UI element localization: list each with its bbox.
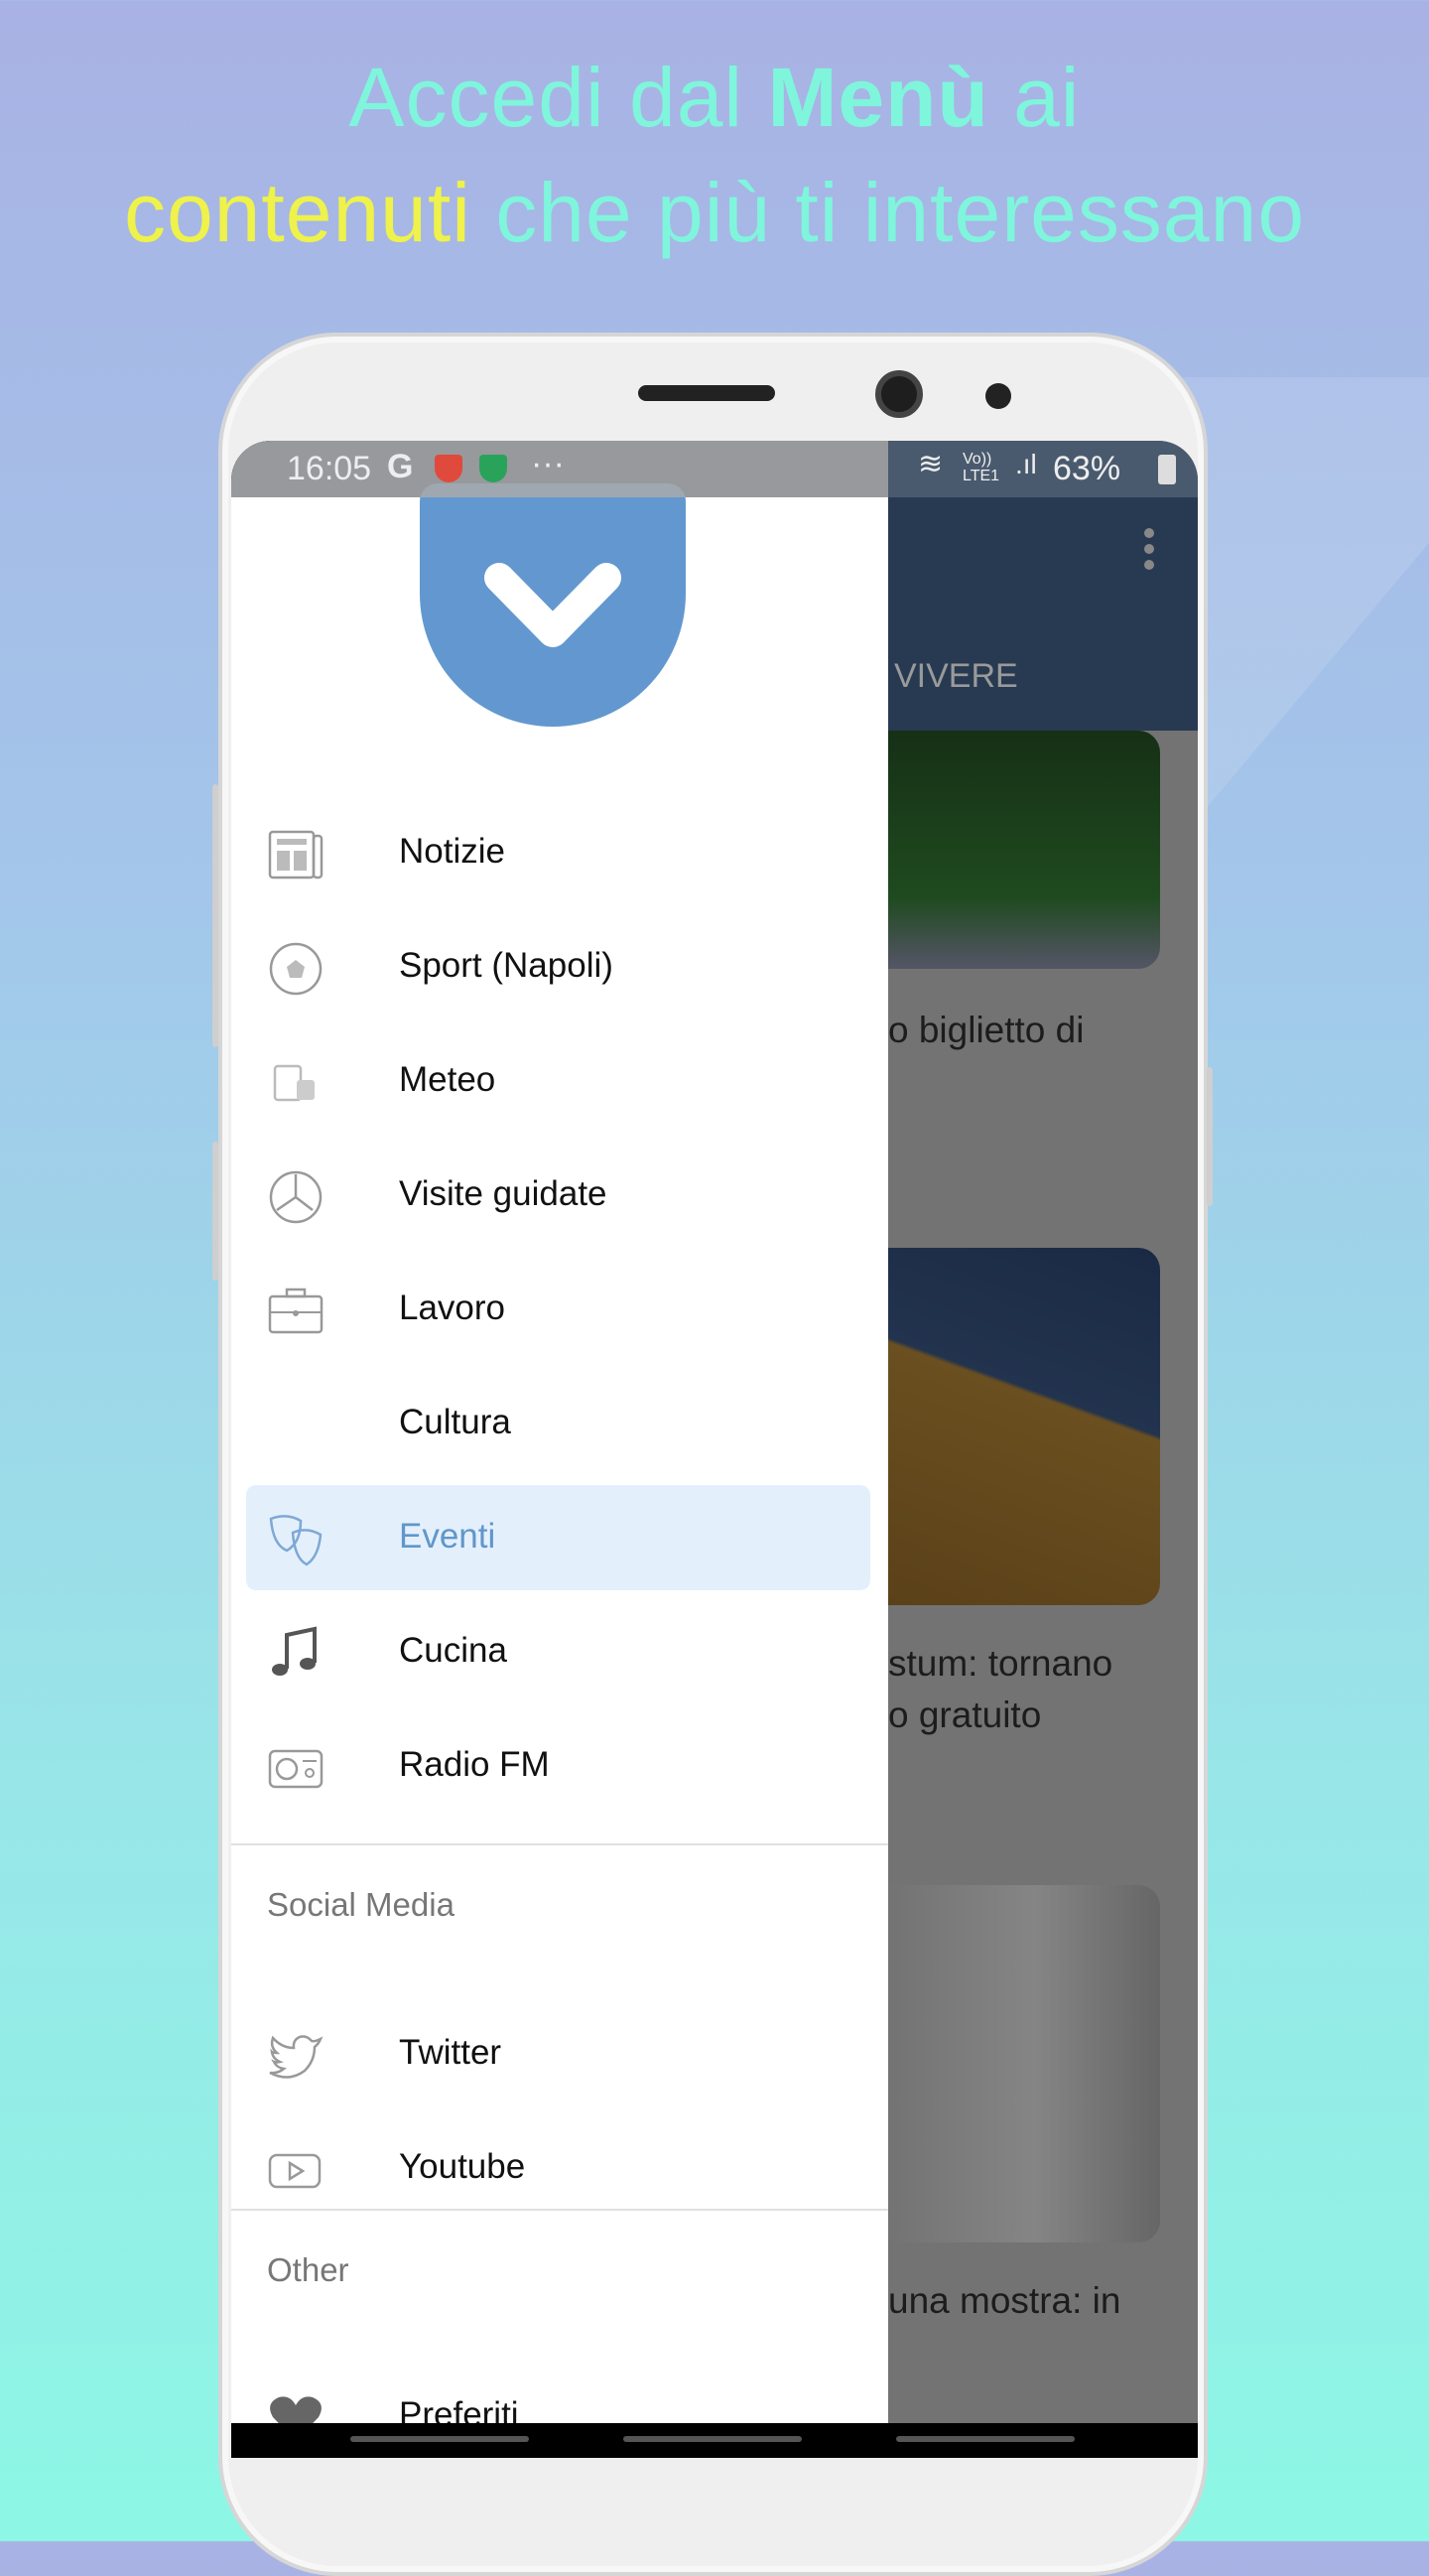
drawer-item-radio-fm[interactable]: Radio FM [231, 1713, 888, 1819]
soccer-ball-icon [269, 942, 323, 996]
screen: VIVERE o biglietto di stum: tornano o gr… [231, 441, 1198, 2458]
battery-percent: 63% [1053, 450, 1121, 487]
wifi-icon: ≋ [918, 448, 944, 480]
nav-recents[interactable] [896, 2436, 1075, 2442]
drawer-item-meteo[interactable]: Meteo [231, 1028, 888, 1134]
drawer-item-label: Sport (Napoli) [399, 946, 613, 985]
headline-text: che più ti interessano [470, 166, 1306, 259]
drawer-item-eventi[interactable]: Eventi [246, 1485, 870, 1590]
headline-highlight: contenuti [123, 166, 471, 259]
briefcase-icon [268, 1288, 324, 1334]
drawer-item-sport[interactable]: Sport (Napoli) [231, 914, 888, 1019]
drawer-item-label: Twitter [399, 2033, 502, 2072]
headline-bold: Menù [767, 51, 989, 144]
status-time: 16:05 [287, 450, 372, 487]
divider [231, 1843, 888, 1845]
drawer-item-cultura[interactable]: Cultura [231, 1371, 888, 1476]
drawer-item-youtube[interactable]: Youtube [231, 2115, 888, 2221]
network-indicator: Vo)) LTE1 [963, 451, 1000, 484]
app-logo [420, 483, 686, 727]
drawer-item-label: Visite guidate [399, 1174, 607, 1213]
drawer-item-label: Cultura [399, 1403, 511, 1441]
more-options-icon[interactable] [1144, 528, 1156, 576]
clock-icon [269, 1170, 323, 1224]
weather-icon [273, 1064, 315, 1102]
drawer-item-label: Lavoro [399, 1288, 506, 1327]
youtube-icon [268, 2153, 322, 2189]
power-button [1207, 1067, 1213, 1206]
drawer-item-label: Youtube [399, 2147, 526, 2186]
bixby-button [212, 1142, 218, 1281]
newspaper-icon [268, 830, 324, 880]
headline-text: Accedi dal [348, 51, 768, 144]
speaker [638, 385, 775, 401]
card-image[interactable] [846, 1248, 1160, 1605]
tab-vivere[interactable]: VIVERE [894, 657, 1018, 696]
twitter-icon [269, 2035, 324, 2079]
system-nav-bar [231, 2423, 1198, 2458]
theater-masks-icon [269, 1515, 323, 1566]
front-camera [875, 370, 923, 418]
volume-button [212, 784, 218, 1047]
drawer-item-lavoro[interactable]: Lavoro [231, 1257, 888, 1362]
divider [231, 2209, 888, 2211]
radio-icon [268, 1749, 324, 1789]
drawer-item-label: Eventi [399, 1517, 496, 1556]
nav-home[interactable] [623, 2436, 802, 2442]
drawer-item-label: Notizie [399, 832, 505, 871]
section-header-social: Social Media [267, 1886, 455, 1923]
headline-line1: Accedi dal Menù ai [0, 50, 1429, 146]
card-title[interactable]: o gratuito [888, 1690, 1041, 1741]
card-title[interactable]: una mostra: in [888, 2275, 1120, 2327]
google-icon: G [387, 448, 414, 485]
drawer-item-cucina[interactable]: Cucina [231, 1599, 888, 1704]
navigation-drawer: Notizie Sport (Napoli) Meteo Visite guid… [231, 483, 888, 2458]
signal-icon: .ıl [1015, 449, 1037, 479]
status-right: ≋ Vo)) LTE1 .ıl 63% [888, 441, 1198, 497]
drawer-item-label: Meteo [399, 1060, 496, 1099]
pocket-green-icon [479, 455, 507, 482]
pocket-red-icon [435, 455, 462, 482]
battery-icon [1158, 455, 1176, 484]
nav-back[interactable] [350, 2436, 529, 2442]
drawer-item-visite-guidate[interactable]: Visite guidate [231, 1143, 888, 1248]
drawer-item-notizie[interactable]: Notizie [231, 800, 888, 905]
card-image[interactable] [846, 731, 1160, 969]
status-bar: 16:05 G ··· ≋ Vo)) LTE1 .ıl 63% [231, 441, 1198, 497]
headline-line2: contenuti che più ti interessano [0, 165, 1429, 261]
more-notifications-icon: ··· [531, 445, 565, 482]
card-title[interactable]: stum: tornano [888, 1638, 1112, 1690]
card-image[interactable] [846, 1885, 1160, 2242]
sensor [985, 383, 1011, 409]
card-title[interactable]: o biglietto di [888, 1005, 1084, 1056]
drawer-item-label: Cucina [399, 1631, 507, 1670]
drawer-item-label: Radio FM [399, 1745, 550, 1784]
music-note-icon [272, 1626, 317, 1676]
section-header-other: Other [267, 2251, 349, 2288]
drawer-item-twitter[interactable]: Twitter [231, 2001, 888, 2106]
headline-text: ai [988, 51, 1081, 144]
